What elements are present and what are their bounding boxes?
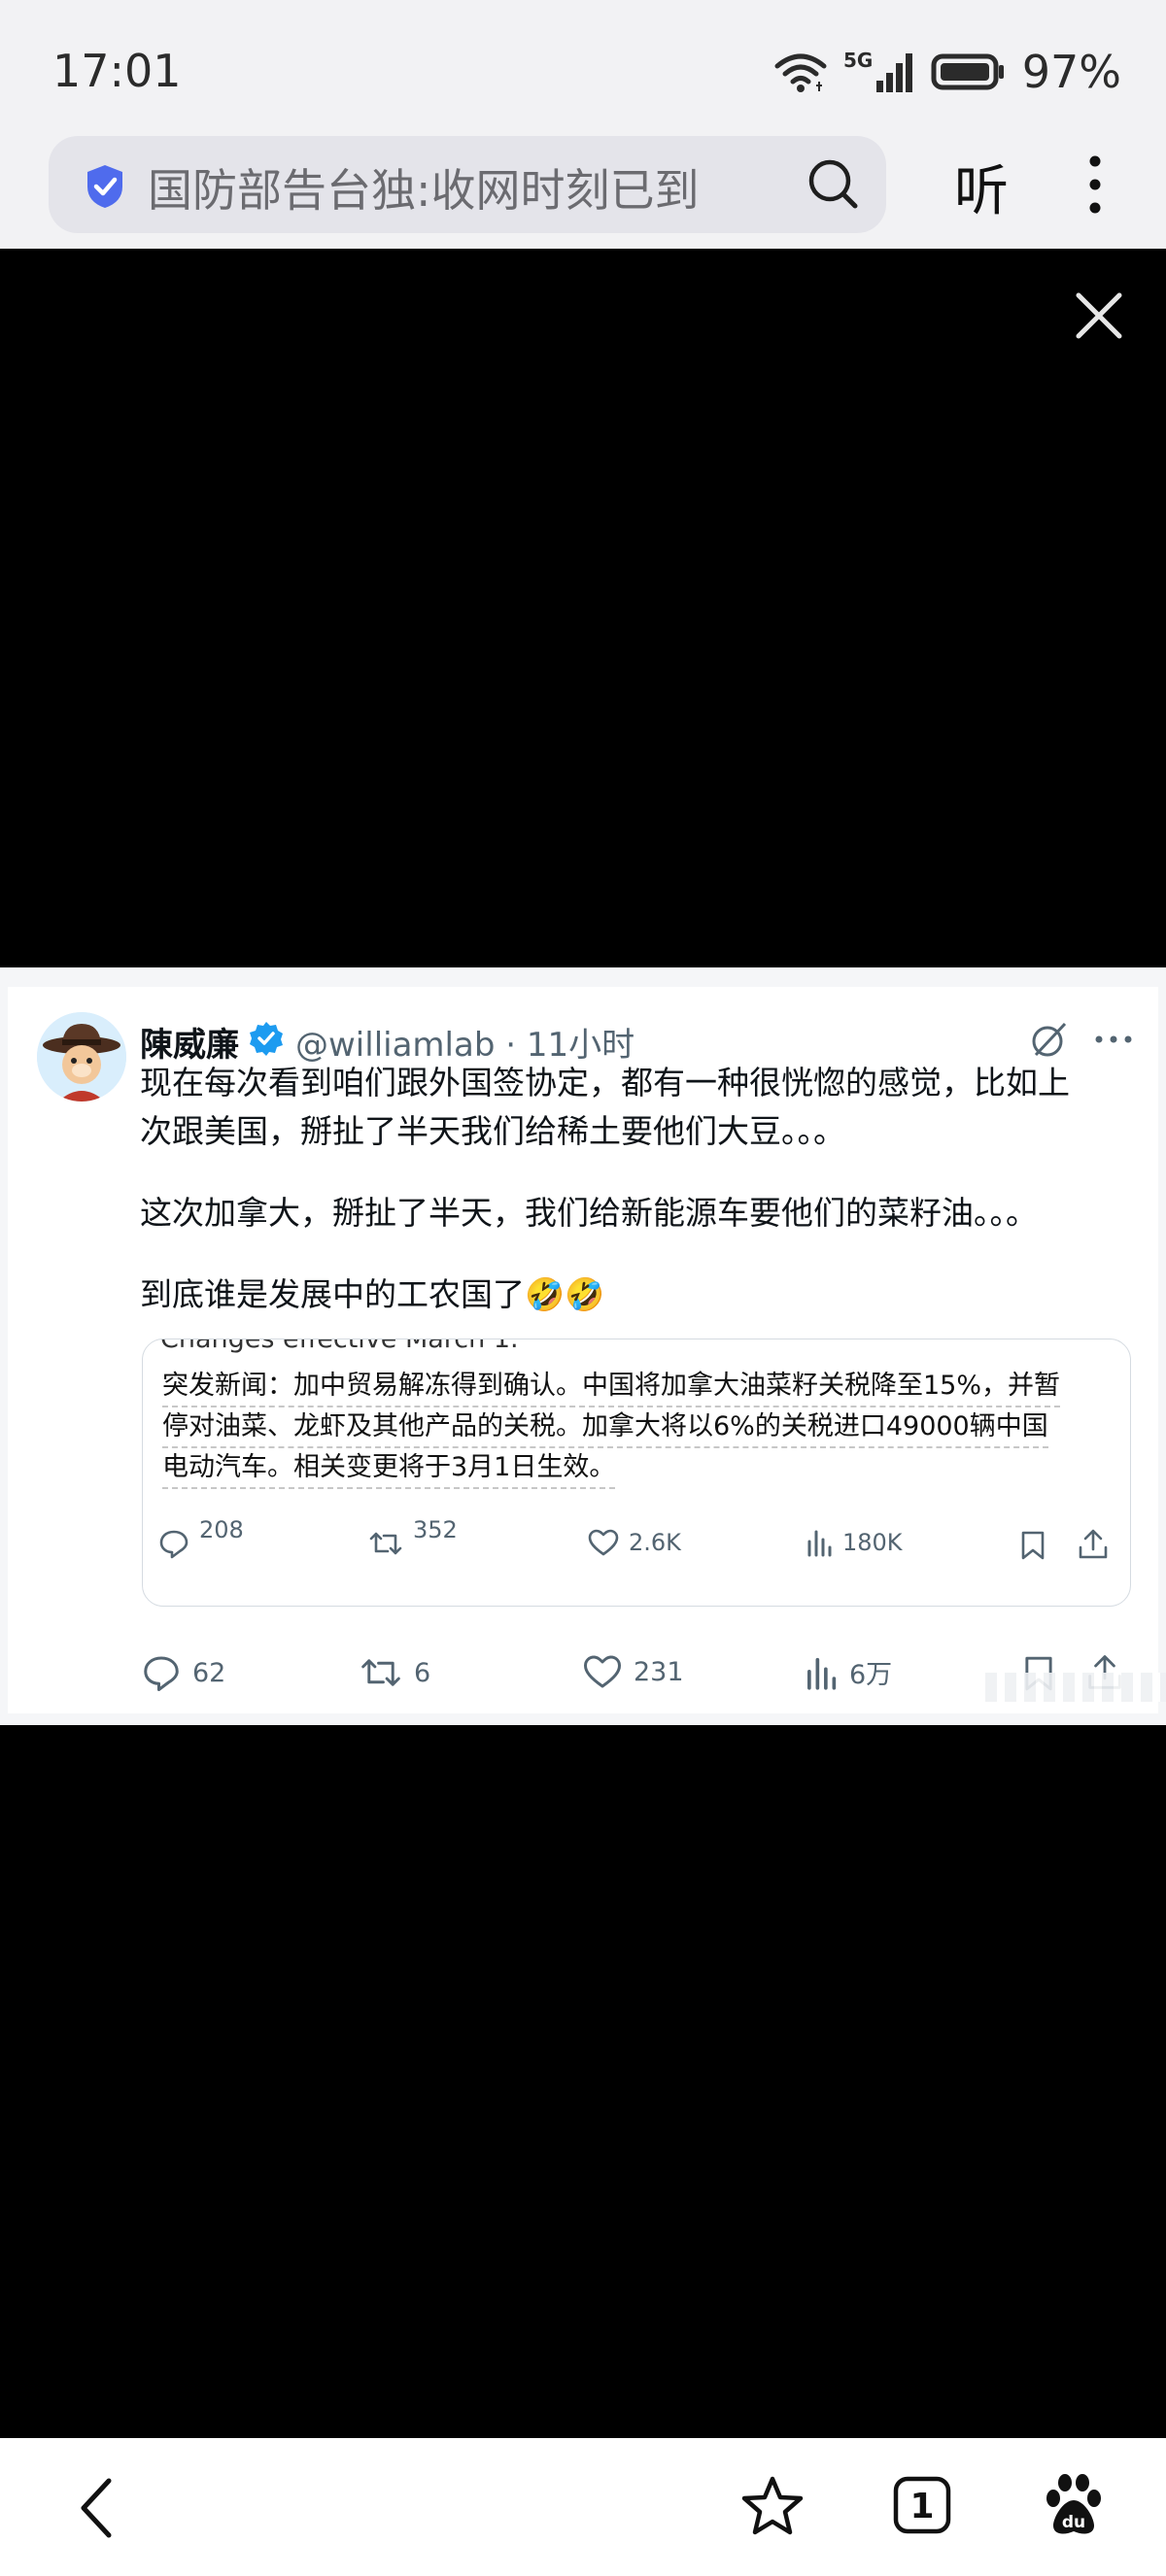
image-viewer-backdrop-bottom (0, 1725, 1166, 2438)
like-button[interactable]: 231 (583, 1653, 684, 1690)
like-count: 231 (634, 1656, 684, 1687)
tabs-icon[interactable]: 1 (892, 2475, 952, 2535)
quoted-reply-button[interactable]: 208 (158, 1516, 244, 1559)
quoted-views-count: 180K (842, 1529, 903, 1556)
search-icon[interactable] (806, 157, 859, 210)
tweet-text-line-1: 现在每次看到咱们跟外国签协定，都有一种很恍惚的感觉，比如上 (140, 1064, 1070, 1102)
quoted-views-button[interactable]: 180K (806, 1528, 903, 1557)
svg-text:1: 1 (909, 2487, 934, 2526)
battery-icon (931, 53, 1004, 90)
tweet-image: 陳威廉 @williamlab · 11小时 现在每次看到咱们跟外国签协定，都有… (0, 967, 1166, 1725)
svg-text:du: du (1062, 2513, 1085, 2532)
quoted-tweet[interactable]: Changes effective March 1. 突发新闻：加中贸易解冻得到… (142, 1339, 1131, 1607)
avatar (37, 1012, 126, 1102)
retweet-button[interactable]: 6 (360, 1653, 430, 1692)
quoted-reply-count: 208 (199, 1516, 244, 1543)
quoted-like-count: 2.6K (629, 1529, 681, 1556)
address-bar[interactable]: 国防部告台独:收网时刻已到 (49, 136, 886, 233)
quoted-text-line-2: 停对油菜、龙虾及其他产品的关税。加拿大将以6%的关税进口49000辆中国 (162, 1407, 1048, 1448)
tweet-text-line-3: 这次加拿大，掰扯了半天，我们给新能源车要他们的菜籽油。。。 (140, 1194, 1038, 1232)
bottom-nav-bar: 1 du (0, 2438, 1166, 2576)
back-icon[interactable] (76, 2477, 115, 2539)
watermark-overlay (985, 1673, 1166, 1702)
quoted-text-line-3: 电动汽车。相关变更将于3月1日生效。 (162, 1448, 616, 1489)
tweet-text-line-2: 次跟美国，掰扯了半天我们给稀土要他们大豆。。。 (140, 1112, 845, 1150)
views-icon (807, 1530, 832, 1557)
verified-badge-icon (250, 1022, 283, 1056)
image-viewer-backdrop-top (0, 249, 1166, 967)
status-icons: 5G 97% (773, 43, 1121, 101)
more-vert-icon[interactable] (1080, 153, 1110, 216)
wifi-icon (774, 53, 827, 92)
views-count: 6万 (849, 1660, 893, 1690)
views-icon (807, 1657, 837, 1690)
shield-icon (87, 165, 122, 208)
retweet-count: 6 (414, 1657, 431, 1688)
battery-percent: 97% (1021, 46, 1121, 98)
tweet-text-line-4: 到底谁是发展中的工农国了🤣🤣 (140, 1275, 605, 1313)
tweet-card: 陳威廉 @williamlab · 11小时 现在每次看到咱们跟外国签协定，都有… (8, 987, 1166, 1713)
bookmark-icon[interactable] (1019, 1530, 1046, 1561)
share-icon[interactable] (1078, 1528, 1109, 1561)
quoted-like-button[interactable]: 2.6K (588, 1528, 681, 1557)
retweet-icon (361, 1659, 400, 1686)
grok-icon[interactable] (1030, 1020, 1069, 1059)
network-type-label: 5G (843, 49, 873, 72)
retweet-icon (369, 1532, 402, 1555)
more-horizontal-icon[interactable] (1094, 1034, 1133, 1045)
views-button[interactable]: 6万 (805, 1653, 892, 1691)
quoted-retweet-count: 352 (413, 1516, 458, 1543)
quoted-retweet-button[interactable]: 352 (368, 1516, 458, 1559)
browser-toolbar: 国防部告台独:收网时刻已到 听 (0, 136, 1166, 249)
quoted-text-line-1: 突发新闻：加中贸易解冻得到确认。中国将加拿大油菜籽关税降至15%，并暂 (162, 1367, 1061, 1407)
status-time: 17:01 (52, 45, 182, 97)
status-bar: 17:01 5G 97% (0, 0, 1166, 136)
like-icon (584, 1655, 621, 1688)
address-text[interactable]: 国防部告台独:收网时刻已到 (148, 155, 700, 220)
close-icon[interactable] (1075, 291, 1123, 340)
reply-icon (159, 1530, 189, 1559)
quoted-action-bar: 208 352 2.6K 180K (143, 1516, 1130, 1582)
reply-icon (144, 1656, 179, 1691)
reply-count: 62 (192, 1657, 226, 1688)
signal-icon: 5G (843, 49, 912, 92)
listen-button[interactable]: 听 (954, 148, 1009, 226)
like-icon (588, 1529, 619, 1556)
star-icon[interactable] (740, 2475, 805, 2537)
reply-button[interactable]: 62 (142, 1653, 225, 1692)
baidu-paw-icon[interactable]: du (1040, 2471, 1108, 2539)
quoted-cut-off-text: Changes effective March 1. (160, 1339, 519, 1354)
